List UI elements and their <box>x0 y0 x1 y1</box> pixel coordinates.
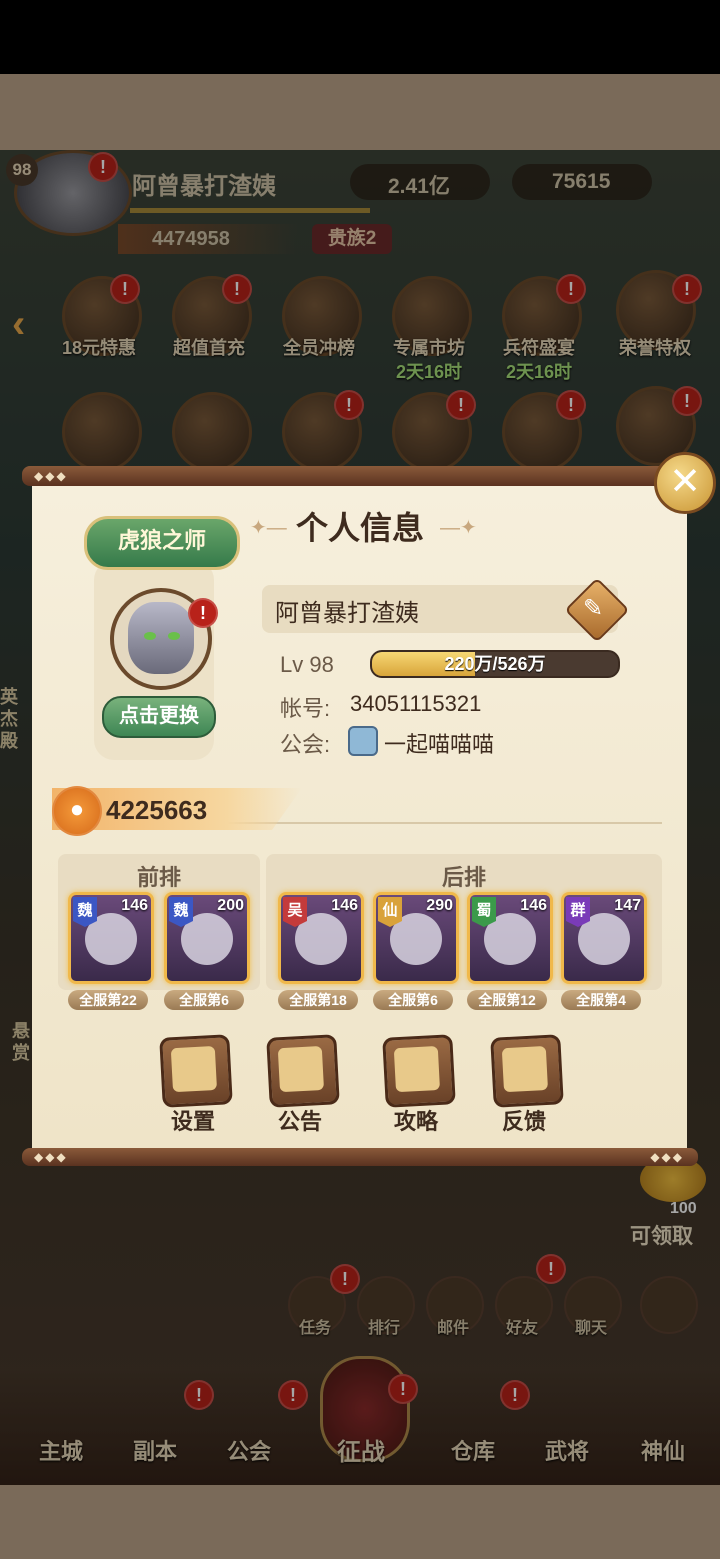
account-label: 帐号: <box>280 696 331 721</box>
hero-level: 147 <box>614 897 641 914</box>
back-hero-card[interactable]: 群 147 <box>561 892 647 984</box>
title-badge: 虎狼之师 <box>84 516 240 570</box>
hero-server-rank: 全服第6 <box>164 990 244 1010</box>
faction-badge: 群 <box>566 897 590 927</box>
power-value: 4225663 <box>106 795 208 825</box>
xp-bar: 220万/526万 <box>370 650 620 678</box>
feedback-button[interactable]: 反馈 <box>474 1104 574 1136</box>
hero-level: 146 <box>121 897 148 914</box>
hero-server-rank: 全服第4 <box>561 990 641 1010</box>
faction-badge: 仙 <box>378 897 402 927</box>
avatar-eye <box>168 632 180 640</box>
front-hero-card[interactable]: 魏 200 <box>164 892 250 984</box>
feedback-icon[interactable] <box>490 1034 564 1108</box>
hero-server-rank: 全服第18 <box>278 990 358 1010</box>
hero-level: 290 <box>426 897 453 914</box>
guide-button[interactable]: 攻略 <box>366 1104 466 1136</box>
faction-badge: 蜀 <box>472 897 496 927</box>
hero-server-rank: 全服第12 <box>467 990 547 1010</box>
title-deco-right: —✦ <box>440 517 477 539</box>
close-button[interactable]: ✕ <box>654 452 716 514</box>
account-value: 34051115321 <box>350 691 482 716</box>
book-icon[interactable] <box>382 1034 456 1108</box>
back-hero-card[interactable]: 蜀 146 <box>467 892 553 984</box>
change-avatar-button[interactable]: 点击更换 <box>102 696 216 738</box>
front-hero-card[interactable]: 魏 146 <box>68 892 154 984</box>
hero-server-rank: 全服第22 <box>68 990 148 1010</box>
xp-text: 220万/526万 <box>372 652 618 676</box>
back-row-title: 后排 <box>441 865 486 890</box>
back-hero-card[interactable]: 仙 290 <box>373 892 459 984</box>
hero-server-rank: 全服第6 <box>373 990 453 1010</box>
wrench-icon[interactable] <box>159 1034 233 1108</box>
faction-badge: 魏 <box>169 897 193 927</box>
xp-current: 220万 <box>444 654 493 674</box>
notice-button[interactable]: 公告 <box>250 1104 350 1136</box>
scroll-icon[interactable] <box>266 1034 340 1108</box>
top-letterbox <box>0 74 720 150</box>
level-label: Lv 98 <box>280 652 334 677</box>
scroll-top-rod: ◆◆◆ <box>22 466 698 486</box>
guild-emblem-icon <box>348 726 378 756</box>
hero-level: 146 <box>520 897 547 914</box>
guild-label: 公会: <box>280 732 331 757</box>
player-name-text: 阿曾暴打渣姨 <box>275 600 419 627</box>
faction-badge: 魏 <box>73 897 97 927</box>
front-row-title: 前排 <box>136 865 181 890</box>
pencil-icon: ✎ <box>583 595 604 622</box>
alert-icon: ! <box>188 598 218 628</box>
hero-level: 146 <box>331 897 358 914</box>
guild-name: 一起喵喵喵 <box>384 732 495 757</box>
close-icon: ✕ <box>669 461 701 503</box>
settings-button[interactable]: 设置 <box>143 1104 243 1136</box>
avatar-eye <box>144 632 156 640</box>
paw-icon: ● <box>52 786 102 836</box>
modal-title: 个人信息 <box>295 510 424 546</box>
faction-badge: 吴 <box>283 897 307 927</box>
cat-avatar-art <box>128 602 194 674</box>
scroll-bottom-rod: ◆◆◆ ◆◆◆ <box>22 1148 698 1166</box>
bottom-letterbox <box>0 1485 720 1559</box>
back-hero-card[interactable]: 吴 146 <box>278 892 364 984</box>
hero-level: 200 <box>217 897 244 914</box>
xp-total: /526万 <box>492 654 546 674</box>
status-bar <box>0 0 720 74</box>
